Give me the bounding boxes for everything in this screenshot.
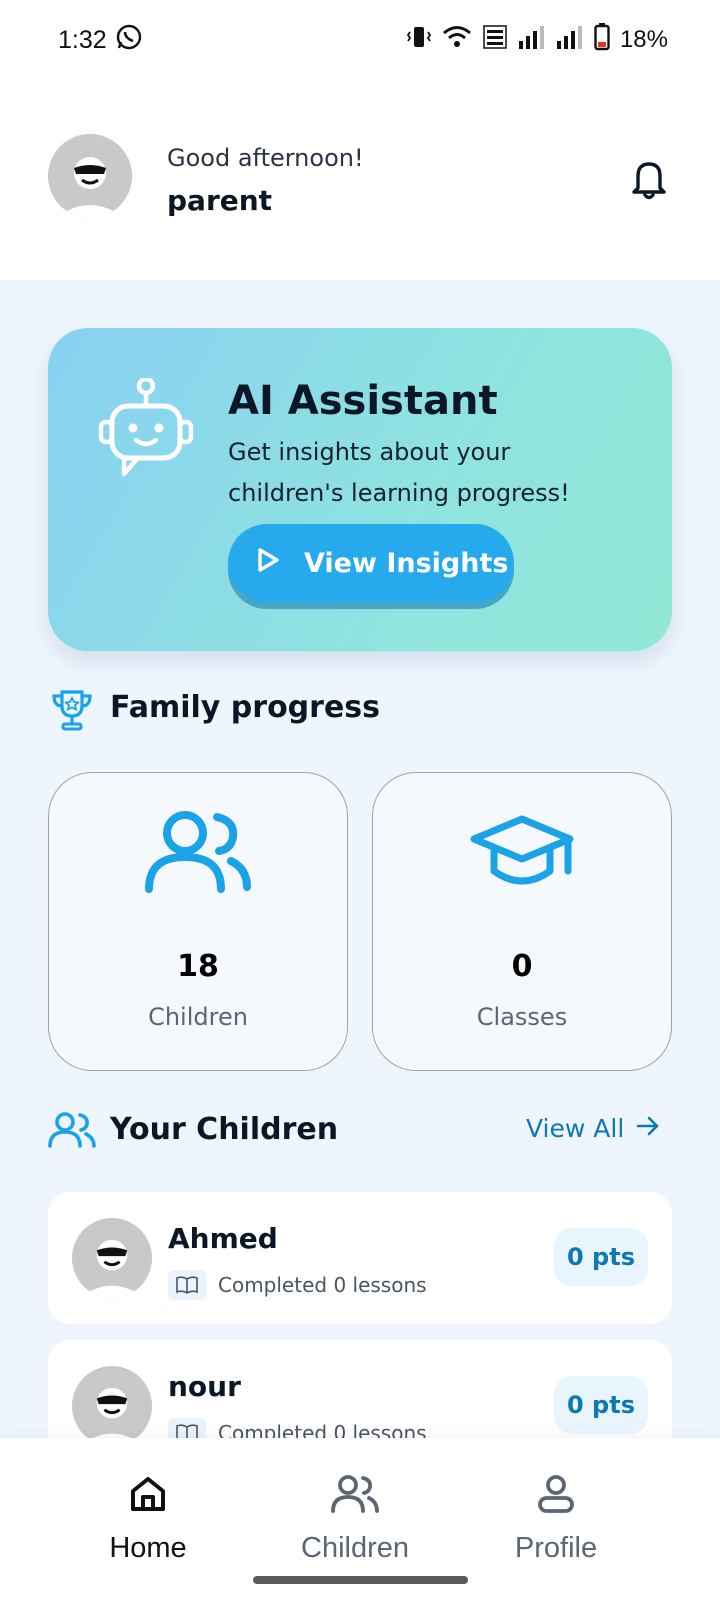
classes-count: 0 <box>511 949 533 984</box>
users-icon <box>49 811 347 893</box>
status-bar: 1:32 18% <box>0 0 720 80</box>
ai-assistant-card[interactable]: AI Assistant Get insights about your chi… <box>48 328 672 651</box>
user-name: parent <box>167 184 273 217</box>
wifi-icon <box>442 24 472 57</box>
signal-1-icon <box>518 25 546 56</box>
battery-percent: 18% <box>619 26 668 53</box>
family-progress-title: Family progress <box>110 690 381 725</box>
view-all-label: View All <box>526 1114 625 1143</box>
robot-icon <box>98 376 194 482</box>
whatsapp-icon <box>115 23 143 58</box>
nav-children-label: Children <box>301 1532 409 1564</box>
child-card[interactable]: Ahmed Completed 0 lessons 0 pts <box>48 1192 672 1324</box>
status-left: 1:32 <box>58 23 143 58</box>
view-insights-button[interactable]: View Insights <box>228 524 514 602</box>
ai-assistant-title: AI Assistant <box>228 378 498 424</box>
children-icon <box>265 1474 445 1522</box>
classes-label: Classes <box>476 1003 568 1031</box>
home-indicator[interactable] <box>253 1576 468 1584</box>
children-stat-card[interactable]: 18 Children <box>48 772 348 1071</box>
graduation-cap-icon <box>373 811 671 893</box>
avatar-image <box>48 134 132 218</box>
points-badge: 0 pts <box>554 1376 648 1434</box>
trophy-icon <box>50 688 94 736</box>
battery-icon <box>594 22 610 58</box>
child-progress: Completed 0 lessons <box>168 1270 427 1300</box>
play-icon <box>256 547 280 580</box>
nav-profile-label: Profile <box>514 1532 598 1564</box>
nav-home[interactable]: Home <box>58 1474 238 1565</box>
nav-profile[interactable]: Profile <box>466 1474 646 1565</box>
child-name: Ahmed <box>168 1222 278 1255</box>
book-icon <box>168 1270 206 1300</box>
signal-2-icon <box>556 25 584 56</box>
child-progress-text: Completed 0 lessons <box>218 1273 427 1297</box>
notification-bell-icon[interactable] <box>630 158 668 204</box>
child-avatar <box>72 1218 152 1298</box>
children-section-icon <box>48 1112 96 1152</box>
arrow-right-icon <box>636 1114 660 1143</box>
parent-avatar[interactable] <box>48 134 132 218</box>
points-badge: 0 pts <box>554 1228 648 1286</box>
child-name: nour <box>168 1370 241 1403</box>
view-all-link[interactable]: View All <box>526 1114 660 1143</box>
view-insights-label: View Insights <box>304 547 509 579</box>
your-children-title: Your Children <box>110 1112 339 1147</box>
child-avatar <box>72 1366 152 1446</box>
volte-icon <box>482 24 508 57</box>
profile-icon <box>466 1474 646 1522</box>
vibrate-icon <box>406 24 432 57</box>
children-count: 18 <box>177 949 219 984</box>
children-label: Children <box>148 1003 248 1031</box>
status-right: 18% <box>406 22 668 58</box>
nav-children[interactable]: Children <box>265 1474 445 1565</box>
status-time: 1:32 <box>58 25 107 54</box>
home-icon <box>58 1474 238 1522</box>
greeting-text: Good afternoon! <box>167 144 364 172</box>
ai-assistant-description: Get insights about your children's learn… <box>228 438 570 507</box>
classes-stat-card[interactable]: 0 Classes <box>372 772 672 1071</box>
nav-home-label: Home <box>109 1532 187 1564</box>
